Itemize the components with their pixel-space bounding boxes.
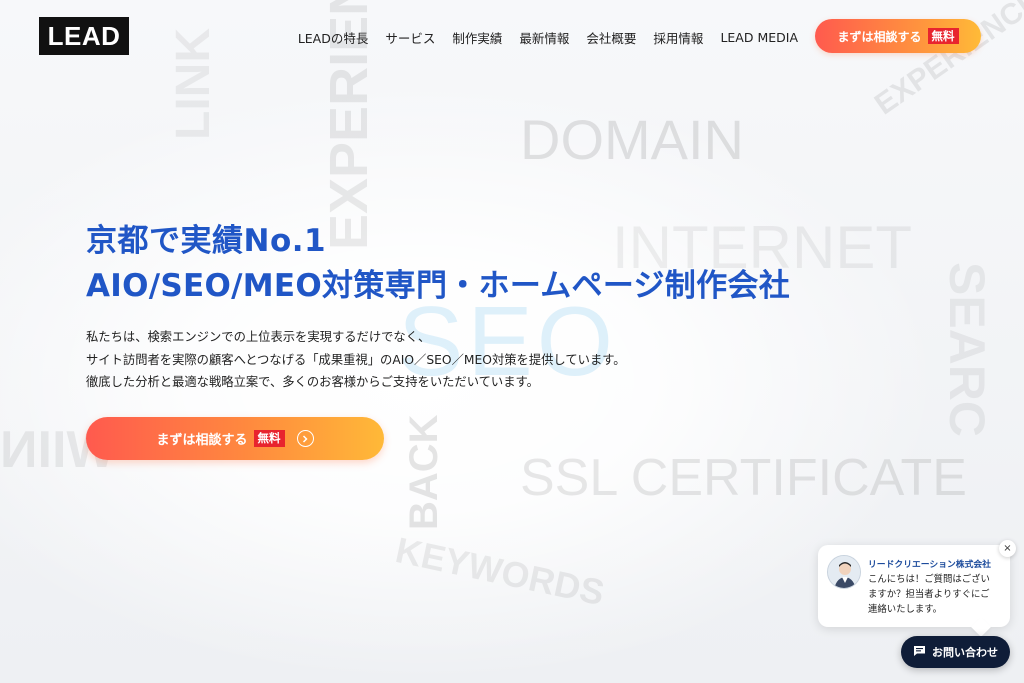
- nav-item-works[interactable]: 制作実績: [452, 28, 502, 47]
- hero-description-line: 私たちは、検索エンジンでの上位表示を実現するだけでなく、: [86, 330, 431, 344]
- hero-title-line1: 京都で実績No.1: [86, 223, 327, 259]
- chat-bubble-icon: [913, 645, 926, 660]
- nav-item-news[interactable]: 最新情報: [519, 28, 569, 47]
- chat-message-line: 連絡いたします。: [868, 604, 943, 615]
- nav-item-features[interactable]: LEADの特長: [298, 28, 369, 47]
- free-badge: 無料: [253, 430, 285, 447]
- bg-word-keywords: KEYWORDS: [392, 529, 609, 614]
- nav-item-company[interactable]: 会社概要: [586, 28, 636, 47]
- close-icon[interactable]: ×: [999, 540, 1016, 557]
- site-logo[interactable]: LEAD: [39, 17, 129, 55]
- hero-description: 私たちは、検索エンジンでの上位表示を実現するだけでなく、 サイト訪問者を実際の顧…: [86, 326, 626, 394]
- bg-word-domain: DOMAIN: [520, 108, 744, 171]
- hero-description-line: サイト訪問者を実際の顧客へとつなげる「成果重視」のAIO／SEO／MEO対策を提…: [86, 352, 626, 367]
- nav-item-services[interactable]: サービス: [385, 28, 435, 47]
- staff-avatar: [827, 555, 861, 589]
- hero-title: 京都で実績No.1 AIO/SEO/MEO対策専門・ホームページ制作会社: [86, 222, 790, 306]
- chat-message-line: ますか？担当者よりすぐにご: [868, 589, 990, 600]
- main-nav: LEADの特長 サービス 制作実績 最新情報 会社概要 採用情報 LEAD ME…: [298, 27, 798, 47]
- hero-title-line2: AIO/SEO/MEO対策専門・ホームページ制作会社: [86, 267, 791, 304]
- hero-consult-button[interactable]: まずは相談する 無料: [86, 417, 384, 460]
- free-badge: 無料: [927, 27, 959, 45]
- contact-chat-label: お問い合わせ: [932, 646, 998, 659]
- chat-popup[interactable]: リードクリエーション株式会社 こんにちは！ご質問はござい ますか？担当者よりすぐ…: [818, 545, 1010, 627]
- chat-company-name: リードクリエーション株式会社: [868, 560, 991, 570]
- chat-message-line: こんにちは！ご質問はござい: [868, 574, 990, 585]
- site-header: LEAD LEADの特長 サービス 制作実績 最新情報 会社概要 採用情報 LE…: [0, 0, 1024, 72]
- header-consult-button[interactable]: まずは相談する 無料: [815, 19, 981, 53]
- bg-word-backlinks: BACK: [402, 414, 446, 530]
- hero-description-line: 徹底した分析と最適な戦略立案で、多くのお客様からご支持をいただいています。: [86, 375, 539, 390]
- arrow-right-circle-icon: [296, 430, 314, 447]
- bg-word-search: SEARC: [939, 262, 995, 438]
- header-consult-label: まずは相談する: [837, 29, 922, 44]
- contact-chat-button[interactable]: お問い合わせ: [901, 636, 1010, 668]
- nav-item-media[interactable]: LEAD MEDIA: [720, 30, 798, 45]
- chat-message: こんにちは！ご質問はござい ますか？担当者よりすぐにご 連絡いたします。: [868, 572, 1000, 617]
- bg-word-ssl: SSL CERTIFICATE: [520, 449, 967, 507]
- nav-item-recruit[interactable]: 採用情報: [653, 28, 703, 47]
- hero-consult-label: まずは相談する: [156, 433, 248, 448]
